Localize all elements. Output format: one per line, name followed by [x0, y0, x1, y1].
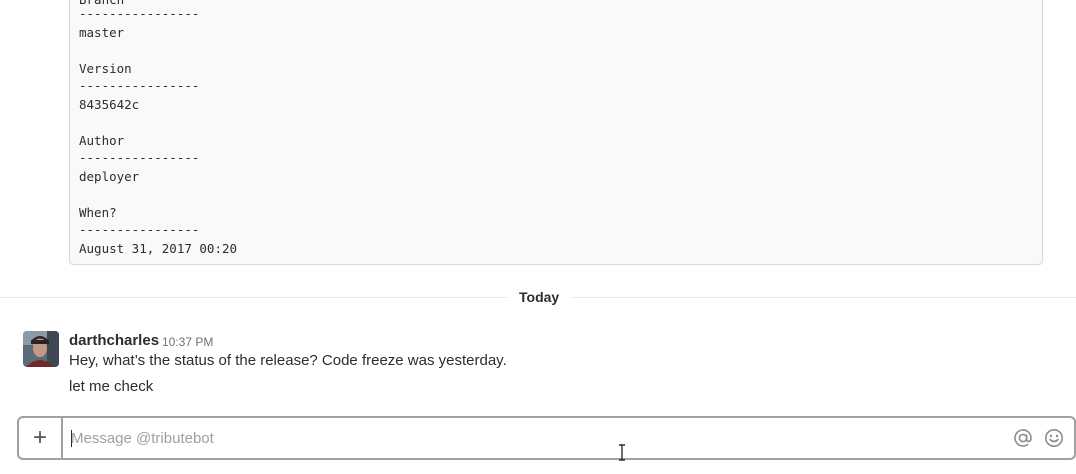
plus-icon: +: [32, 424, 47, 451]
message-pane: Branch ---------------- master Version -…: [0, 0, 1076, 474]
emoji-button[interactable]: [1044, 428, 1064, 448]
ibeam-cursor-icon: [619, 444, 625, 461]
code-line: Version: [79, 61, 132, 76]
mention-button[interactable]: [1013, 428, 1033, 448]
day-divider-label[interactable]: Today: [507, 288, 572, 306]
message-text: let me check: [69, 378, 154, 395]
code-line: Author: [79, 133, 125, 148]
at-sign-icon: [1014, 429, 1032, 447]
text-caret: [71, 430, 72, 447]
message-author[interactable]: darthcharles: [69, 332, 159, 350]
code-line: ----------------: [79, 150, 200, 165]
code-line: 8435642c: [79, 97, 140, 112]
code-line: deployer: [79, 169, 140, 184]
message-text: Hey, what’s the status of the release? C…: [69, 352, 507, 369]
code-line: ----------------: [79, 222, 200, 237]
code-line: ----------------: [79, 78, 200, 93]
message-input[interactable]: [65, 418, 1001, 458]
code-line: When?: [79, 205, 117, 220]
message-composer: +: [17, 416, 1076, 460]
code-line: master: [79, 25, 125, 40]
avatar[interactable]: [23, 331, 59, 367]
code-line: August 31, 2017 00:20: [79, 241, 238, 256]
avatar-image: [23, 331, 59, 367]
add-attachment-button[interactable]: +: [19, 418, 63, 458]
message-timestamp[interactable]: 10:37 PM: [162, 335, 213, 349]
code-line: ----------------: [79, 6, 200, 21]
code-block: Branch ---------------- master Version -…: [69, 0, 1043, 265]
smiley-icon: [1045, 429, 1063, 447]
